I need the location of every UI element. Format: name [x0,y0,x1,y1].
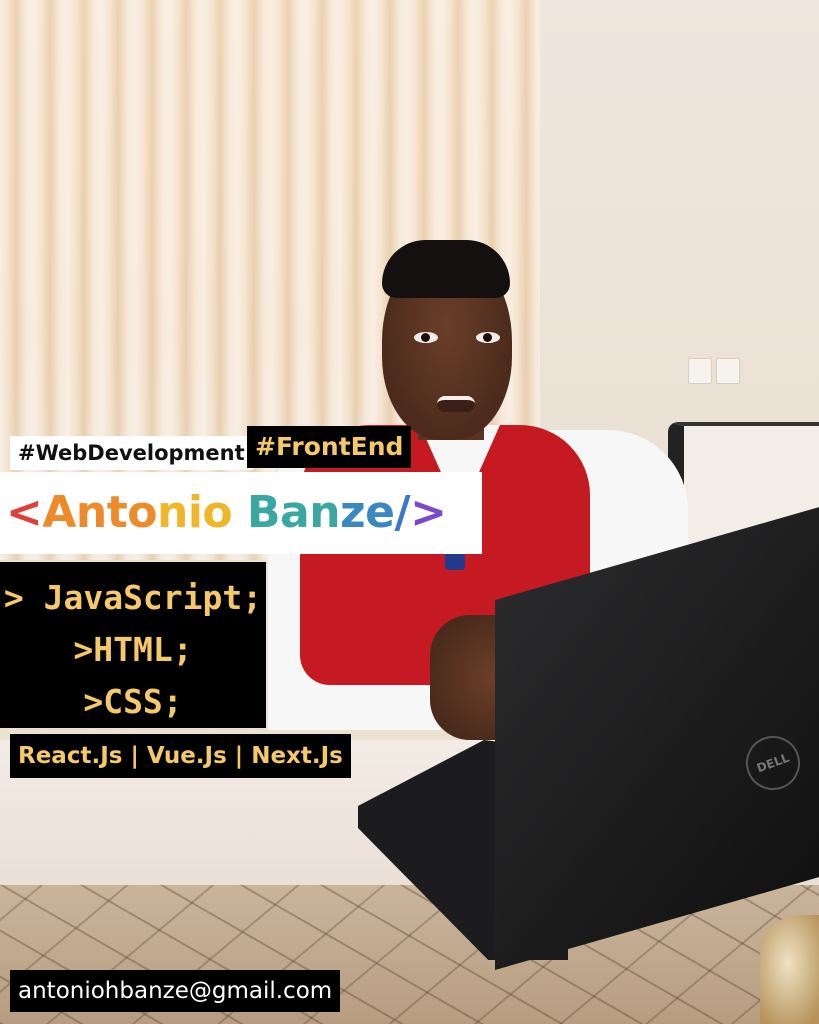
name-part: nio [157,487,247,538]
left-eye [414,332,438,343]
email-address: antoniohbanze@gmail.com [10,970,341,1012]
skill-css: >CSS; [83,682,183,721]
hair [382,240,510,298]
skill-html: >HTML; [73,630,193,669]
name-part: Anto [42,487,158,538]
skill-javascript: > JavaScript; [3,578,263,617]
vest-badge [445,552,465,570]
name-part: / [394,487,411,538]
hashtag-webdevelopment: #WebDevelopment [10,436,253,470]
mouth [437,396,475,412]
hashtag-frontend: #FrontEnd [247,426,412,468]
name-close-bracket: > [410,487,447,538]
name-open-bracket: < [6,487,43,538]
name-part: ze [340,487,395,538]
name-part: Ban [246,487,341,538]
light-switch [716,358,740,384]
name-banner: <Antonio Banze/> [0,472,482,554]
vase [760,915,819,1024]
frameworks-label: React.Js | Vue.Js | Next.Js [10,734,351,778]
right-eye [476,332,500,343]
light-switch [688,358,712,384]
skills-box: > JavaScript; >HTML; >CSS; [0,562,266,728]
